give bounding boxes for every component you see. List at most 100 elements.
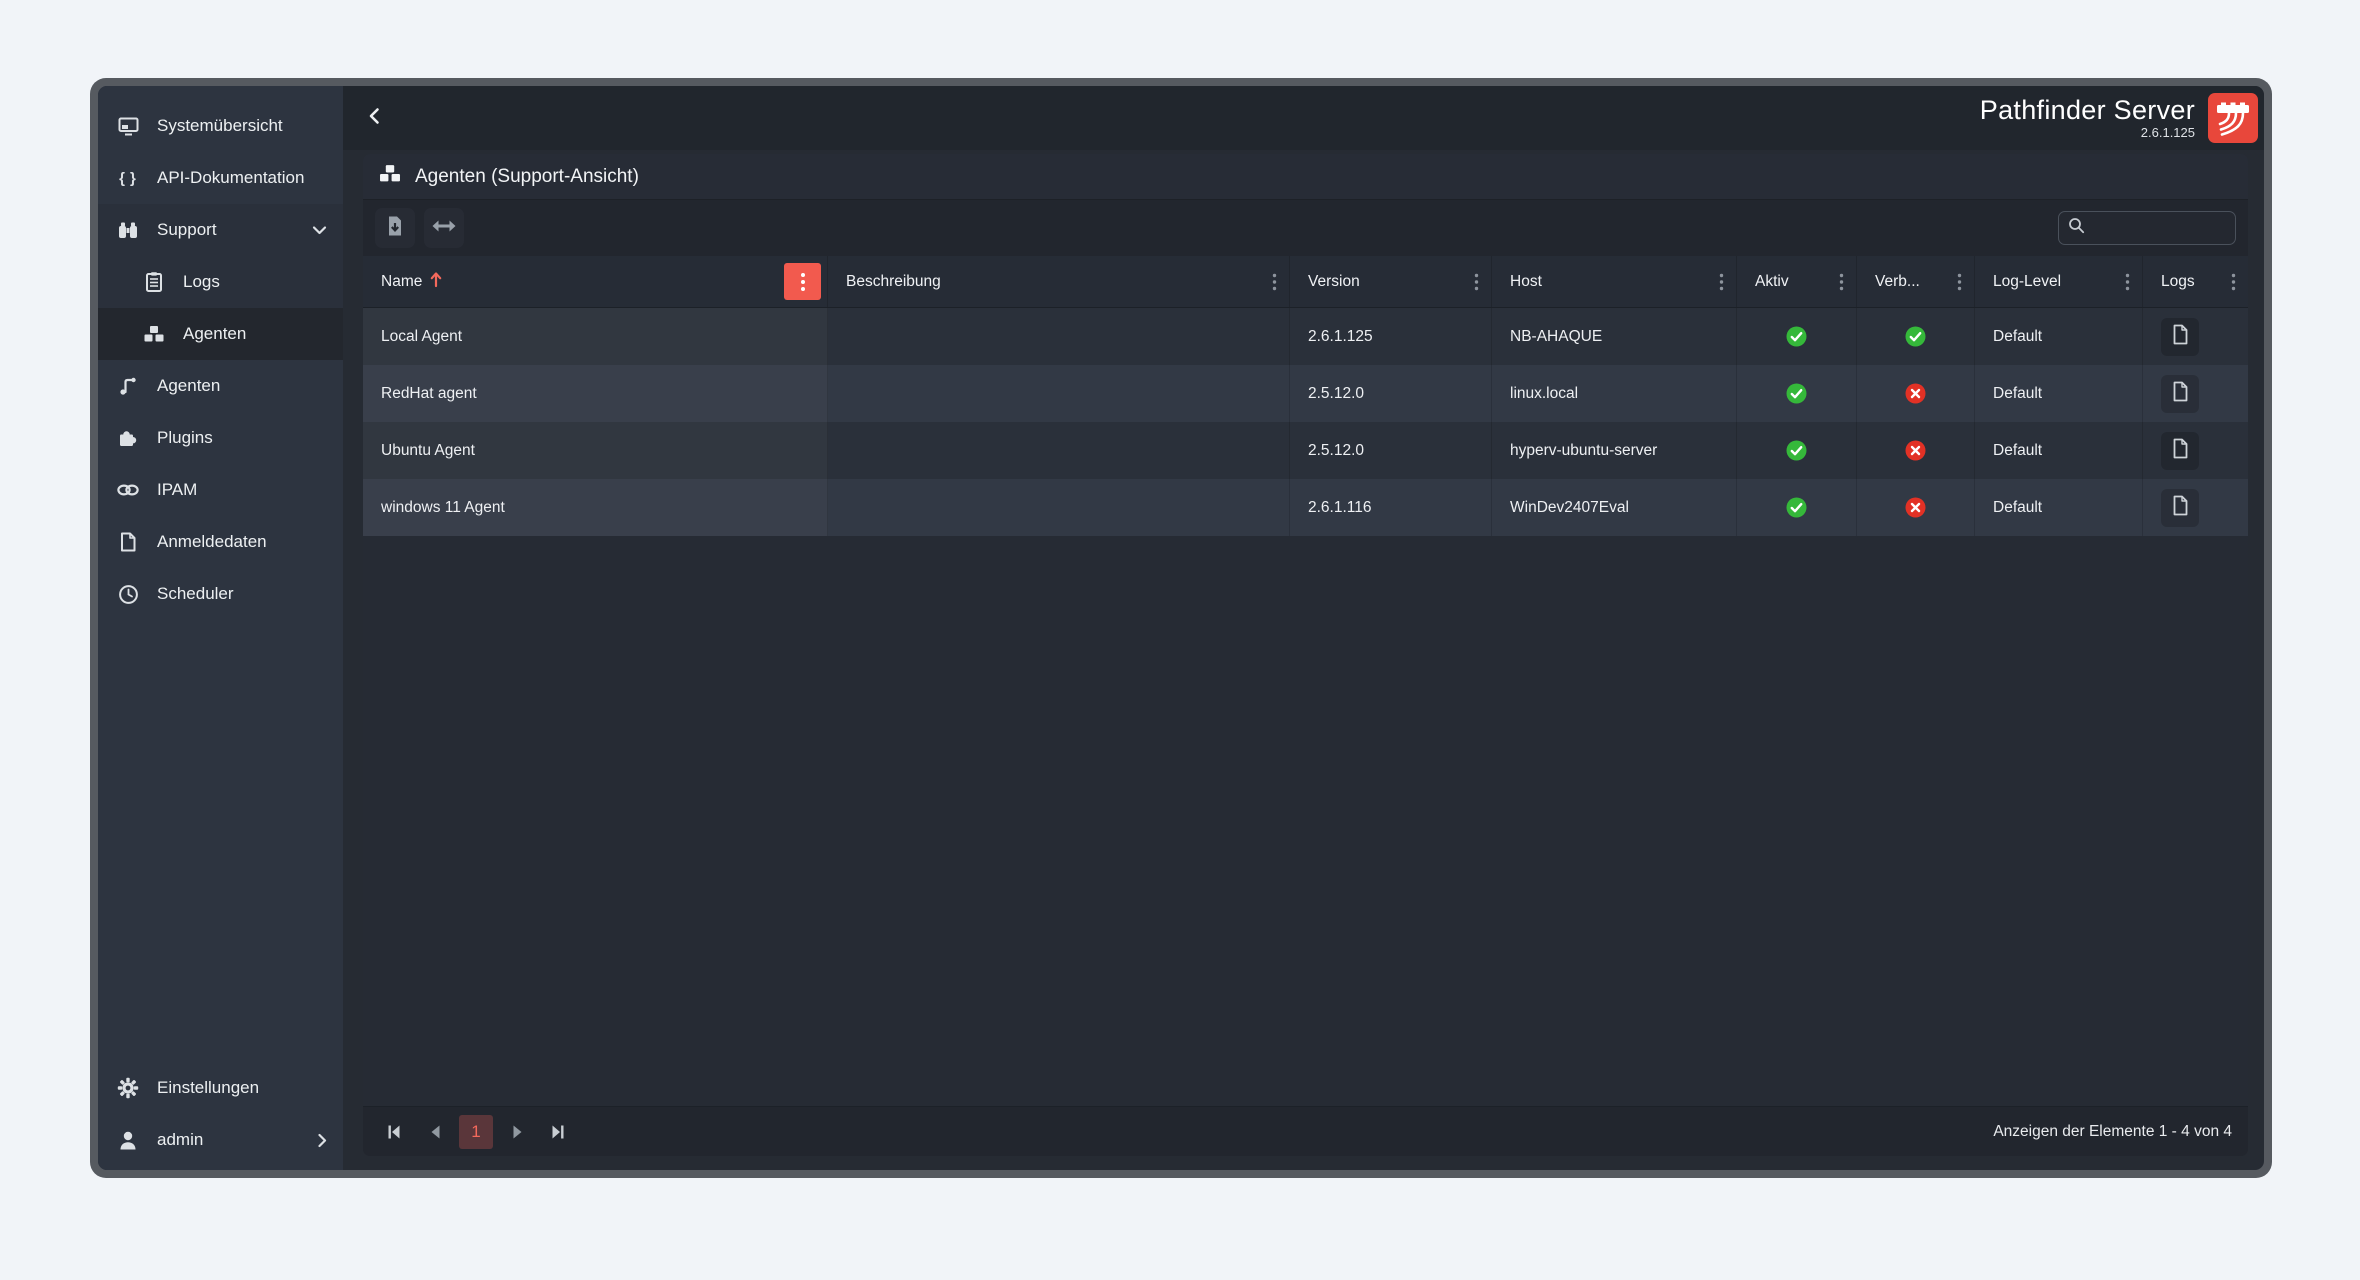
status-aktiv-icon bbox=[1786, 383, 1807, 404]
sidebar-item-logs[interactable]: Logs bbox=[98, 256, 343, 308]
log-file-icon bbox=[2172, 381, 2189, 407]
column-header-verbunden[interactable]: Verb... bbox=[1857, 256, 1975, 307]
page-icon bbox=[116, 531, 140, 553]
sidebar-item-label: Agenten bbox=[183, 324, 246, 344]
monitor-icon bbox=[116, 115, 140, 137]
binoculars-icon bbox=[116, 219, 140, 241]
column-header-aktiv[interactable]: Aktiv bbox=[1737, 256, 1857, 307]
sidebar-item-label: Support bbox=[157, 220, 217, 240]
sidebar-item-label: admin bbox=[157, 1130, 203, 1150]
column-header-version[interactable]: Version bbox=[1290, 256, 1492, 307]
collapse-sidebar-button[interactable] bbox=[353, 97, 395, 139]
pagination-summary: Anzeigen der Elemente 1 - 4 von 4 bbox=[1993, 1123, 2232, 1141]
column-header-name[interactable]: Name bbox=[363, 256, 828, 307]
previous-page-button[interactable] bbox=[418, 1115, 452, 1149]
table-row[interactable]: RedHat agent 2.5.12.0 linux.local Defaul… bbox=[363, 365, 2248, 422]
view-logs-button[interactable] bbox=[2161, 489, 2199, 527]
sidebar-item-label: Agenten bbox=[157, 376, 220, 396]
column-menu-icon[interactable] bbox=[1272, 273, 1281, 291]
column-menu-icon[interactable] bbox=[1719, 273, 1728, 291]
puzzle-icon bbox=[116, 427, 140, 449]
sidebar-item-ipam[interactable]: IPAM bbox=[98, 464, 343, 516]
view-logs-button[interactable] bbox=[2161, 375, 2199, 413]
cell-name: Ubuntu Agent bbox=[363, 422, 828, 479]
cell-version: 2.6.1.116 bbox=[1290, 479, 1492, 536]
sidebar-item-scheduler[interactable]: Scheduler bbox=[98, 568, 343, 620]
sidebar-spacer bbox=[98, 620, 343, 1062]
log-file-icon bbox=[2172, 324, 2189, 350]
view-logs-button[interactable] bbox=[2161, 318, 2199, 356]
sidebar-item-api-dokumentation[interactable]: { } API-Dokumentation bbox=[98, 152, 343, 204]
cell-host: linux.local bbox=[1492, 365, 1737, 422]
sidebar-item-admin[interactable]: admin bbox=[98, 1114, 343, 1166]
sidebar-item-agenten[interactable]: Agenten bbox=[98, 360, 343, 412]
table-row[interactable]: Local Agent 2.6.1.125 NB-AHAQUE Default bbox=[363, 308, 2248, 365]
last-page-button[interactable] bbox=[541, 1115, 575, 1149]
app-title: Pathfinder Server bbox=[1980, 96, 2195, 125]
column-menu-icon[interactable] bbox=[1474, 273, 1483, 291]
cell-beschreibung bbox=[828, 365, 1290, 422]
status-aktiv-icon bbox=[1786, 326, 1807, 347]
cell-name: Local Agent bbox=[363, 308, 828, 365]
log-file-icon bbox=[2172, 438, 2189, 464]
status-aktiv-icon bbox=[1786, 497, 1807, 518]
sidebar-item-support[interactable]: Support bbox=[98, 204, 343, 256]
clock-icon bbox=[116, 584, 140, 605]
column-header-host[interactable]: Host bbox=[1492, 256, 1737, 307]
app-version: 2.6.1.125 bbox=[2141, 125, 2195, 140]
sidebar-item-label: Scheduler bbox=[157, 584, 234, 604]
sidebar-item-systemuebersicht[interactable]: Systemübersicht bbox=[98, 100, 343, 152]
column-menu-icon[interactable] bbox=[1839, 273, 1848, 291]
search-icon bbox=[2068, 217, 2085, 239]
status-verbunden-icon bbox=[1905, 383, 1926, 404]
sidebar-item-anmeldedaten[interactable]: Anmeldedaten bbox=[98, 516, 343, 568]
status-aktiv-icon bbox=[1786, 440, 1807, 461]
first-page-button[interactable] bbox=[377, 1115, 411, 1149]
cell-name: RedHat agent bbox=[363, 365, 828, 422]
cell-beschreibung bbox=[828, 308, 1290, 365]
sidebar-item-label: Logs bbox=[183, 272, 220, 292]
column-menu-icon[interactable] bbox=[2125, 273, 2134, 291]
cell-host: WinDev2407Eval bbox=[1492, 479, 1737, 536]
sidebar-item-label: Plugins bbox=[157, 428, 213, 448]
sidebar-item-agenten-support[interactable]: Agenten bbox=[98, 308, 343, 360]
search-input[interactable] bbox=[2091, 219, 2226, 238]
gear-icon bbox=[116, 1077, 140, 1099]
fit-columns-button[interactable] bbox=[424, 208, 464, 248]
table-row[interactable]: windows 11 Agent 2.6.1.116 WinDev2407Eva… bbox=[363, 479, 2248, 536]
cell-log-level: Default bbox=[1975, 365, 2143, 422]
sidebar-item-label: Systemübersicht bbox=[157, 116, 283, 136]
column-menu-icon[interactable] bbox=[2231, 273, 2240, 291]
cell-version: 2.5.12.0 bbox=[1290, 365, 1492, 422]
export-button[interactable] bbox=[375, 208, 415, 248]
grid-toolbar bbox=[363, 200, 2248, 256]
sidebar-item-label: IPAM bbox=[157, 480, 197, 500]
chevron-right-icon bbox=[317, 1133, 327, 1148]
column-menu-icon[interactable] bbox=[1957, 273, 1966, 291]
cell-log-level: Default bbox=[1975, 308, 2143, 365]
sidebar-item-einstellungen[interactable]: Einstellungen bbox=[98, 1062, 343, 1114]
view-logs-button[interactable] bbox=[2161, 432, 2199, 470]
page-title: Agenten (Support-Ansicht) bbox=[415, 166, 639, 188]
cell-beschreibung bbox=[828, 479, 1290, 536]
column-header-beschreibung[interactable]: Beschreibung bbox=[828, 256, 1290, 307]
sidebar-item-plugins[interactable]: Plugins bbox=[98, 412, 343, 464]
clipboard-icon bbox=[142, 271, 166, 293]
cell-log-level: Default bbox=[1975, 422, 2143, 479]
page-title-bar: Agenten (Support-Ansicht) bbox=[363, 154, 2248, 200]
column-header-log-level[interactable]: Log-Level bbox=[1975, 256, 2143, 307]
current-page-button[interactable]: 1 bbox=[459, 1115, 493, 1149]
sidebar-item-label: API-Dokumentation bbox=[157, 168, 304, 188]
pagination-bar: 1 Anzeigen der Elemente 1 - 4 von 4 bbox=[363, 1106, 2248, 1156]
table-row[interactable]: Ubuntu Agent 2.5.12.0 hyperv-ubuntu-serv… bbox=[363, 422, 2248, 479]
chevron-down-icon bbox=[312, 225, 327, 235]
log-file-icon bbox=[2172, 495, 2189, 521]
status-verbunden-icon bbox=[1905, 497, 1926, 518]
table-header-row: Name Beschreibung Version bbox=[363, 256, 2248, 308]
column-menu-name-active[interactable] bbox=[784, 263, 821, 300]
content-area: Agenten (Support-Ansicht) bbox=[343, 150, 2264, 1170]
app-header-bar: Pathfinder Server 2.6.1.125 bbox=[343, 86, 2264, 150]
braces-icon: { } bbox=[116, 170, 140, 187]
next-page-button[interactable] bbox=[500, 1115, 534, 1149]
column-header-logs[interactable]: Logs bbox=[2143, 256, 2248, 307]
